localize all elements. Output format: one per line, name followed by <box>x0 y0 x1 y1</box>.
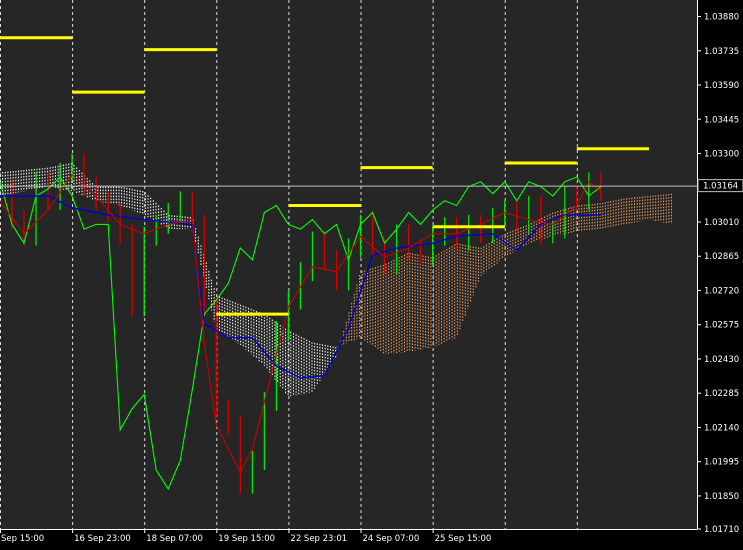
x-tick-label-1: 16 Sep 23:00 <box>74 534 131 544</box>
y-tick-label-6: 1.03010 <box>704 218 739 228</box>
y-tick-label-2: 1.03590 <box>704 81 739 91</box>
y-tick-label-11: 1.02285 <box>704 389 739 399</box>
y-tick-label-10: 1.02430 <box>704 355 739 365</box>
chart-area[interactable]: 1.03880 1.03735 1.03590 1.03445 1.03300 1.031… <box>0 0 743 546</box>
y-tick-label-14: 1.01850 <box>704 492 739 502</box>
y-axis: 1.03880 1.03735 1.03590 1.03445 1.03300 1.031… <box>697 13 739 535</box>
y-tick-label-13: 1.01995 <box>704 458 739 468</box>
y-tick-label-12: 1.02140 <box>704 423 739 433</box>
y-tick-label-4: 1.03300 <box>704 150 739 160</box>
x-axis: Sep 15:00 16 Sep 23:00 18 Sep 07:00 19 Sep … <box>0 529 492 544</box>
x-tick-label-0: Sep 15:00 <box>1 534 44 544</box>
current-price-tag: 1.03164 <box>697 179 743 193</box>
x-tick-label-5: 24 Sep 07:00 <box>363 534 420 544</box>
y-tick-label-9: 1.02575 <box>704 321 739 331</box>
y-tick-label-8: 1.02720 <box>704 286 739 296</box>
x-tick-label-6: 25 Sep 15:00 <box>435 534 492 544</box>
chart-svg: 1.03880 1.03735 1.03590 1.03445 1.03300 1.031… <box>0 0 743 544</box>
current-price-label: 1.03164 <box>703 182 738 192</box>
x-tick-label-3: 19 Sep 15:00 <box>218 534 275 544</box>
y-tick-label-7: 1.02865 <box>704 252 739 262</box>
y-tick-label-1: 1.03735 <box>704 47 739 57</box>
y-tick-label-0: 1.03880 <box>704 13 739 23</box>
y-tick-label-3: 1.03445 <box>704 115 739 125</box>
x-tick-label-2: 18 Sep 07:00 <box>146 534 203 544</box>
x-tick-label-4: 22 Sep 23:01 <box>290 534 347 544</box>
y-tick-label-15: 1.01710 <box>704 525 739 535</box>
